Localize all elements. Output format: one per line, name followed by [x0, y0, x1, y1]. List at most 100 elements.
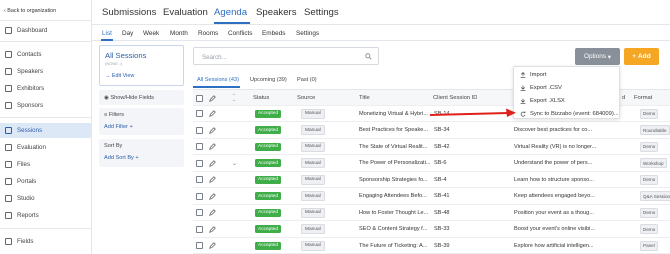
sidebar-item-fields[interactable]: Fields: [0, 234, 91, 249]
chevron-down-icon[interactable]: ⌄: [232, 155, 237, 172]
search-input[interactable]: [202, 52, 362, 62]
row-checkbox[interactable]: [196, 209, 203, 217]
session-title[interactable]: SEO & Content Strategy f...: [359, 221, 431, 238]
session-description: Keep attendees engaged beyo...: [514, 193, 595, 200]
session-title[interactable]: The Future of Ticketing: A...: [359, 238, 431, 254]
subtab-embeds[interactable]: Embeds: [262, 30, 285, 37]
session-title[interactable]: The Power of Personalizati...: [359, 155, 431, 172]
reorder-handle[interactable]: ⌃ ⌄: [232, 90, 236, 107]
column-header-description[interactable]: d: [622, 90, 625, 107]
table-row[interactable]: Accepted Manual The Future of Ticketing: A…: [193, 238, 670, 254]
subtab-week[interactable]: Week: [143, 30, 159, 37]
pencil-icon[interactable]: [209, 110, 216, 118]
sidebar-item-sponsors[interactable]: Sponsors: [0, 98, 91, 113]
session-title[interactable]: Sponsorship Strategies fo...: [359, 172, 431, 189]
row-checkbox[interactable]: [196, 159, 203, 167]
session-title[interactable]: How to Foster Thought Le...: [359, 205, 431, 222]
subtab-day[interactable]: Day: [122, 30, 133, 37]
session-title[interactable]: Monetizing Virtual & Hybri...: [359, 106, 431, 123]
options-dropdown: Import Export .CSV Export .XLSX Sync to …: [513, 66, 620, 119]
show-hide-fields-box[interactable]: ◉ Show/Hide Fields: [99, 90, 184, 105]
row-checkbox[interactable]: [196, 143, 203, 151]
source-badge: Manual: [301, 207, 325, 218]
sidebar-item-dashboard[interactable]: Dashboard: [0, 23, 91, 38]
view-selector[interactable]: All Sessions (NONE ↓) → Edit View: [99, 45, 184, 86]
edit-view-link[interactable]: → Edit View: [105, 73, 134, 79]
subtab-month[interactable]: Month: [170, 30, 188, 37]
format-badge: Demo: [640, 224, 659, 235]
row-checkbox[interactable]: [196, 176, 203, 184]
show-hide-fields[interactable]: ◉ Show/Hide Fields: [104, 95, 154, 101]
tab-all-sessions[interactable]: All Sessions (43): [197, 77, 239, 83]
table-row[interactable]: Accepted Manual Engaging Attendees Befo...…: [193, 188, 670, 205]
subtab-rooms[interactable]: Rooms: [198, 30, 218, 37]
add-button[interactable]: + Add: [624, 48, 659, 65]
row-checkbox[interactable]: [196, 192, 203, 200]
table-row[interactable]: Accepted Manual How to Foster Thought Le..…: [193, 205, 670, 222]
back-to-organization-link[interactable]: ‹ Back to organization: [4, 8, 56, 14]
menu-item-export-xlsx[interactable]: Export .XLSX: [514, 94, 619, 107]
tab-settings[interactable]: Settings: [304, 7, 339, 18]
column-header-status[interactable]: Status: [253, 90, 269, 107]
row-select-cell: [196, 205, 203, 222]
session-description: Virtual Reality (VR) is no longer...: [514, 143, 597, 150]
tab-upcoming[interactable]: Upcoming (39): [250, 77, 287, 83]
menu-item-export-csv[interactable]: Export .CSV: [514, 81, 619, 94]
table-row[interactable]: Accepted Manual Sponsorship Strategies fo.…: [193, 172, 670, 189]
table-row[interactable]: Accepted Manual SEO & Content Strategy f..…: [193, 221, 670, 238]
sidebar-item-speakers[interactable]: Speakers: [0, 64, 91, 79]
source-cell: Manual: [301, 205, 325, 222]
format-badge: Roundtable: [640, 125, 670, 136]
search-icon[interactable]: [365, 53, 372, 60]
sidebar-item-sessions[interactable]: Sessions: [0, 123, 91, 138]
pencil-icon[interactable]: [209, 225, 216, 233]
row-checkbox[interactable]: [196, 126, 203, 134]
table-row[interactable]: Accepted Manual The State of Virtual Reali…: [193, 139, 670, 156]
subtab-list[interactable]: List: [102, 30, 112, 37]
sidebar-item-exhibitors[interactable]: Exhibitors: [0, 81, 91, 96]
options-button[interactable]: Options ▾: [575, 48, 620, 65]
status-cell: Accepted: [255, 238, 282, 254]
sidebar-item-files[interactable]: Files: [0, 157, 91, 172]
row-checkbox[interactable]: [196, 225, 203, 233]
session-title[interactable]: Engaging Attendees Befo...: [359, 188, 431, 205]
pencil-icon[interactable]: [209, 159, 216, 167]
format-badge: Demo: [640, 174, 659, 185]
table-row[interactable]: ⌄ Accepted Manual The Power of Personalizat…: [193, 155, 670, 172]
sidebar-item-evaluation[interactable]: Evaluation: [0, 140, 91, 155]
sidebar-item-portals[interactable]: Portals: [0, 174, 91, 189]
pencil-icon[interactable]: [209, 143, 216, 151]
row-checkbox[interactable]: [196, 110, 203, 118]
tab-agenda[interactable]: Agenda: [214, 7, 247, 18]
sidebar-item-contacts[interactable]: Contacts: [0, 47, 91, 62]
row-checkbox[interactable]: [196, 242, 203, 250]
select-all-checkbox[interactable]: [196, 94, 203, 102]
add-filter-link[interactable]: Add Filter +: [104, 124, 133, 130]
column-header-title[interactable]: Title: [359, 90, 370, 107]
menu-item-import[interactable]: Import: [514, 68, 619, 81]
session-title[interactable]: Best Practices for Speake...: [359, 122, 431, 139]
menu-item-sync-bizzabo[interactable]: Sync to Bizzabo (event: 684009)...: [514, 107, 619, 120]
session-description: Explore how artificial intelligen...: [514, 242, 594, 249]
pencil-icon[interactable]: [209, 192, 216, 200]
tab-evaluation[interactable]: Evaluation: [163, 7, 208, 18]
sidebar-item-reports[interactable]: Reports: [0, 208, 91, 223]
session-title[interactable]: The State of Virtual Realit...: [359, 139, 431, 156]
pencil-icon[interactable]: [209, 242, 216, 250]
column-header-format[interactable]: Format: [634, 90, 652, 107]
tab-speakers[interactable]: Speakers: [256, 7, 297, 18]
table-row[interactable]: Accepted Manual Best Practices for Speake.…: [193, 122, 670, 139]
left-sidebar: ‹ Back to organization Dashboard Contact…: [0, 0, 92, 254]
pencil-icon[interactable]: [209, 126, 216, 134]
sidebar-item-studio[interactable]: Studio: [0, 191, 91, 206]
pencil-icon[interactable]: [209, 176, 216, 184]
subtab-settings[interactable]: Settings: [296, 30, 319, 37]
format-cell: Demo: [640, 106, 659, 123]
tab-submissions[interactable]: Submissions: [102, 7, 156, 18]
tab-past[interactable]: Past (0): [297, 77, 317, 83]
column-header-source[interactable]: Source: [297, 90, 315, 107]
subtab-conflicts[interactable]: Conflicts: [228, 30, 253, 37]
column-header-client-session-id[interactable]: Client Session ID: [433, 90, 477, 107]
pencil-icon[interactable]: [209, 209, 216, 217]
add-sort-link[interactable]: Add Sort By +: [104, 155, 139, 161]
